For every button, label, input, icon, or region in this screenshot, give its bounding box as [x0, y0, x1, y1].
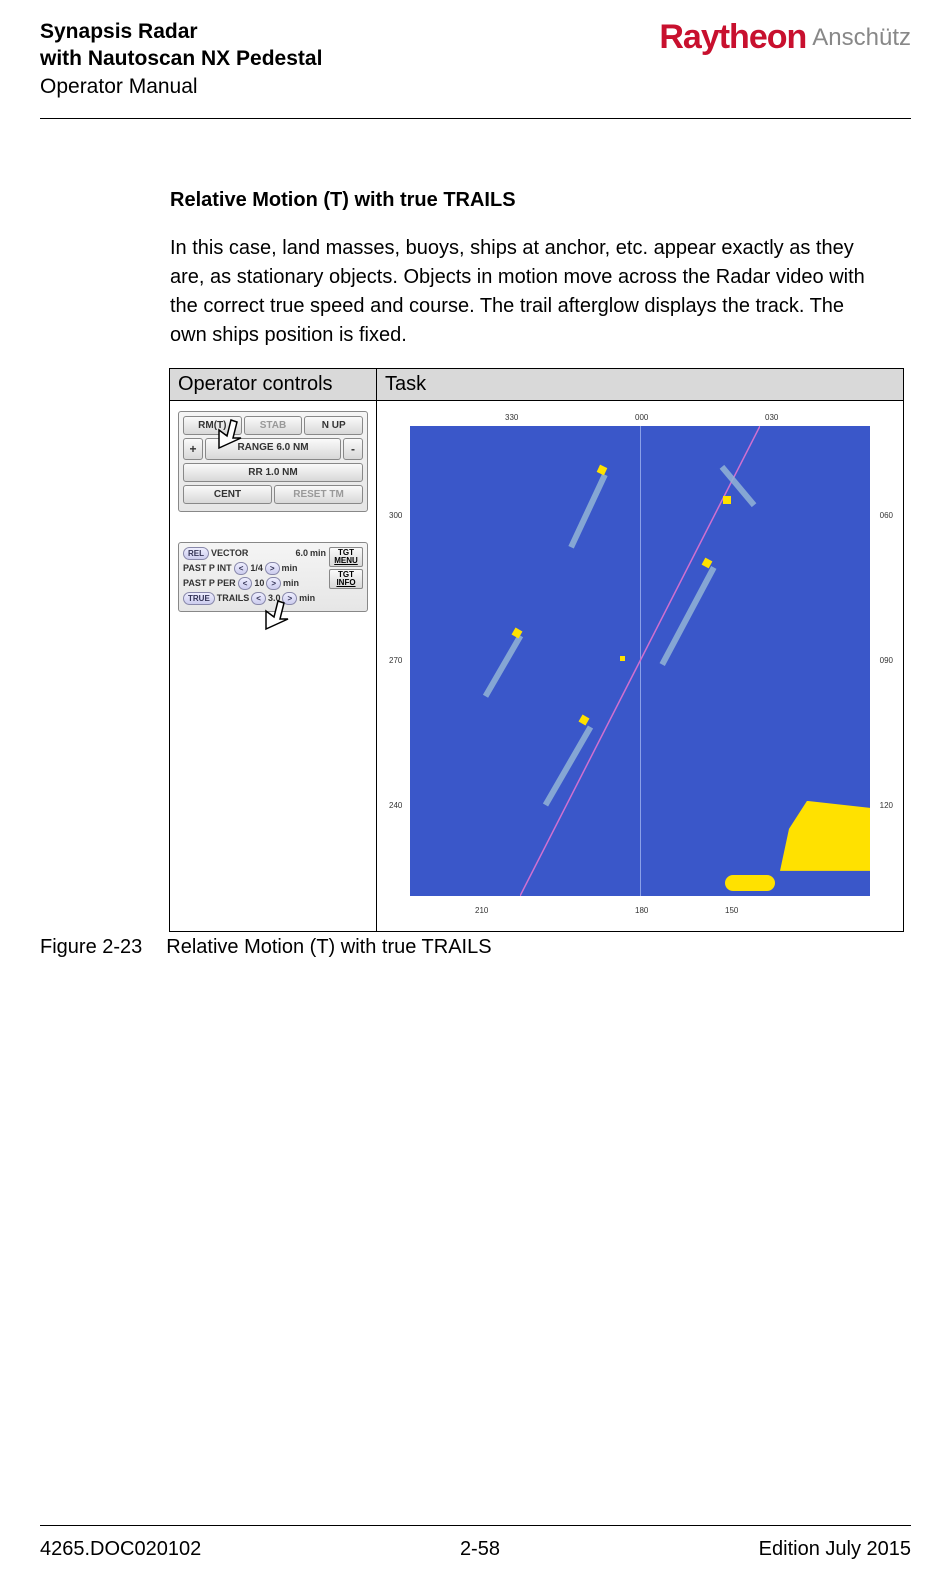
bearing-label: 210	[475, 906, 488, 915]
trails-value: 3.0	[268, 593, 281, 603]
tgt-menu-button[interactable]: TGT MENU	[329, 547, 363, 567]
rel-pill[interactable]: REL	[183, 547, 209, 560]
pint-unit: min	[282, 563, 298, 573]
vector-value: 6.0	[295, 548, 308, 558]
bearing-label: 270	[389, 656, 402, 665]
bearing-label: 120	[880, 801, 893, 810]
page-footer: 4265.DOC020102 2-58 Edition July 2015	[40, 1525, 911, 1561]
bearing-label: 090	[880, 656, 893, 665]
land-mass	[725, 875, 775, 891]
table-header-task: Task	[377, 368, 904, 400]
reset-tm-button[interactable]: RESET TM	[274, 485, 363, 504]
table-cell-controls: RM(T) STAB N UP + RANGE 6.0 NM - RR 1.0 …	[170, 400, 377, 931]
logo-anschutz: Anschütz	[812, 24, 911, 52]
page-header: Synapsis Radar with Nautoscan NX Pedesta…	[40, 18, 911, 119]
header-title-block: Synapsis Radar with Nautoscan NX Pedesta…	[40, 18, 322, 100]
table-header-controls: Operator controls	[170, 368, 377, 400]
footer-pagenum: 2-58	[460, 1538, 500, 1561]
pint-value: 1/4	[250, 563, 263, 573]
logo: Raytheon Anschütz	[659, 18, 911, 57]
header-line2: with Nautoscan NX Pedestal	[40, 45, 322, 72]
content-area: Relative Motion (T) with true TRAILS In …	[40, 119, 911, 1525]
bearing-label: 300	[389, 511, 402, 520]
target-blip	[620, 656, 625, 661]
vector-trails-panel: REL VECTOR 6.0 min PAST P INT <	[178, 542, 368, 612]
vector-label: VECTOR	[211, 548, 248, 558]
past-p-int-label: PAST P INT	[183, 563, 232, 573]
footer-docid: 4265.DOC020102	[40, 1538, 201, 1561]
radar-display: 330 000 030 060 090 120 150 180 210 240 …	[385, 411, 895, 921]
pper-gt[interactable]: >	[266, 577, 281, 590]
bearing-label: 330	[505, 413, 518, 422]
figure-number: Figure 2-23	[40, 936, 142, 959]
pper-lt[interactable]: <	[238, 577, 253, 590]
bearing-label: 060	[880, 511, 893, 520]
rr-button[interactable]: RR 1.0 NM	[183, 463, 363, 482]
stab-button[interactable]: STAB	[244, 416, 303, 435]
trails-lt[interactable]: <	[251, 592, 266, 605]
pper-unit: min	[283, 578, 299, 588]
section-title: Relative Motion (T) with true TRAILS	[170, 189, 881, 212]
trails-label: TRAILS	[217, 593, 250, 603]
pper-value: 10	[254, 578, 264, 588]
table-cell-task: 330 000 030 060 090 120 150 180 210 240 …	[377, 400, 904, 931]
rm-button[interactable]: RM(T)	[183, 416, 242, 435]
bearing-label: 240	[389, 801, 402, 810]
bearing-label: 150	[725, 906, 738, 915]
true-pill[interactable]: TRUE	[183, 592, 215, 605]
past-p-per-label: PAST P PER	[183, 578, 236, 588]
target-blip	[723, 496, 731, 504]
header-line1: Synapsis Radar	[40, 18, 322, 45]
bearing-label: 030	[765, 413, 778, 422]
operator-table: Operator controls Task RM(T) STAB N UP	[169, 368, 904, 932]
motion-control-panel: RM(T) STAB N UP + RANGE 6.0 NM - RR 1.0 …	[178, 411, 368, 512]
section-body: In this case, land masses, buoys, ships …	[170, 234, 881, 350]
trails-gt[interactable]: >	[282, 592, 297, 605]
trails-unit: min	[299, 593, 315, 603]
figure-text: Relative Motion (T) with true TRAILS	[166, 936, 491, 959]
pint-gt[interactable]: >	[265, 562, 280, 575]
pint-lt[interactable]: <	[234, 562, 249, 575]
range-minus-button[interactable]: -	[343, 438, 363, 460]
header-line3: Operator Manual	[40, 73, 322, 100]
nup-button[interactable]: N UP	[304, 416, 363, 435]
figure-caption: Figure 2-23 Relative Motion (T) with tru…	[40, 936, 881, 959]
bearing-label: 000	[635, 413, 648, 422]
vector-unit: min	[310, 548, 326, 558]
range-plus-button[interactable]: +	[183, 438, 203, 460]
range-button[interactable]: RANGE 6.0 NM	[205, 438, 341, 460]
tgt-info-button[interactable]: TGT INFO	[329, 569, 363, 589]
bearing-label: 180	[635, 906, 648, 915]
logo-raytheon: Raytheon	[659, 18, 806, 57]
cent-button[interactable]: CENT	[183, 485, 272, 504]
footer-edition: Edition July 2015	[759, 1538, 911, 1561]
